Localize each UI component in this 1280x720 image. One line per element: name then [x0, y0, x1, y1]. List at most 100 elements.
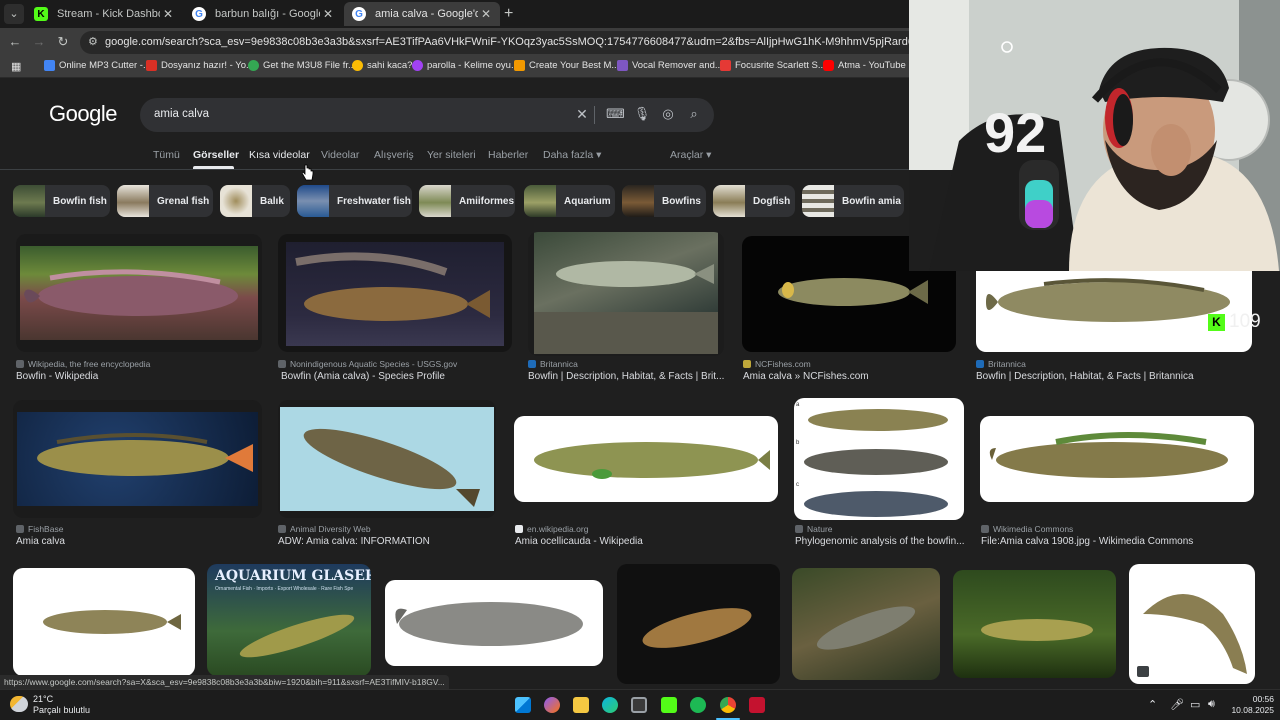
image-result[interactable]: a b c — [794, 398, 964, 520]
url-text[interactable]: google.com/search?sca_esv=9e9838c08b3e3a… — [105, 36, 1005, 48]
bookmark-item[interactable]: Online MP3 Cutter -... — [44, 60, 151, 71]
result-title[interactable]: Amia ocellicauda - Wikipedia — [515, 536, 779, 547]
result-source[interactable]: NCFishes.com — [743, 359, 811, 369]
tab-news[interactable]: Haberler — [488, 149, 528, 161]
image-result[interactable] — [278, 400, 496, 518]
image-result[interactable] — [13, 568, 195, 676]
chrome-icon[interactable] — [720, 697, 736, 713]
result-source[interactable]: Britannica — [528, 359, 578, 369]
result-title[interactable]: Bowfin - Wikipedia — [16, 371, 262, 382]
chip-dogfish[interactable]: Dogfish — [713, 185, 795, 217]
image-result[interactable] — [278, 234, 512, 352]
result-title[interactable]: Amia calva — [16, 536, 262, 547]
volume-icon[interactable]: 🔊︎ — [1208, 698, 1215, 711]
result-title[interactable]: File:Amia calva 1908.jpg - Wikimedia Com… — [981, 536, 1255, 547]
site-info-icon[interactable]: ⚙ — [88, 35, 98, 48]
tab-search-button[interactable]: ⌄ — [4, 4, 24, 24]
camera-lens-icon[interactable]: ◎ — [659, 106, 677, 122]
back-icon[interactable]: ← — [7, 34, 23, 50]
tab-places[interactable]: Yer siteleri — [427, 149, 476, 161]
result-source[interactable]: Nature — [795, 524, 833, 534]
image-result[interactable] — [953, 570, 1116, 678]
tab-barbun-search[interactable]: G barbun balığı - Google'da Ara ✕ — [184, 2, 342, 26]
chip-amiiformes[interactable]: Amiiformes — [419, 185, 515, 217]
image-result[interactable] — [617, 564, 780, 684]
system-clock[interactable]: 00:56 10.08.2025 — [1230, 694, 1274, 716]
tab-amia-search[interactable]: G amia calva - Google'da Ara ✕ — [344, 2, 500, 26]
image-result[interactable] — [1129, 564, 1255, 684]
network-icon[interactable]: ▭ — [1190, 698, 1200, 711]
search-box[interactable]: amia calva ✕ ⌨ 🎙 ◎ ⌕ — [140, 98, 714, 132]
apps-icon[interactable]: ▦ — [11, 60, 21, 73]
spotify-icon[interactable] — [690, 697, 706, 713]
chip-balik[interactable]: Balık — [220, 185, 290, 217]
close-tab-icon[interactable]: ✕ — [160, 7, 176, 21]
chip-bowfin-amia[interactable]: Bowfin amia — [802, 185, 904, 217]
result-title[interactable]: ADW: Amia calva: INFORMATION — [278, 536, 496, 547]
bookmark-item[interactable]: Atma - YouTube — [823, 60, 906, 71]
result-source[interactable]: Animal Diversity Web — [278, 524, 371, 534]
result-source[interactable]: Nonindigenous Aquatic Species - USGS.gov — [278, 359, 457, 369]
bookmark-item[interactable]: parolla - Kelime oyu... — [412, 60, 519, 71]
result-title[interactable]: Bowfin | Description, Habitat, & Facts |… — [528, 371, 724, 382]
result-source[interactable]: Wikimedia Commons — [981, 524, 1073, 534]
bookmark-item[interactable]: Create Your Best M... — [514, 60, 619, 71]
bookmark-item[interactable]: sahi kaca? — [352, 60, 412, 71]
tab-shopping[interactable]: Alışveriş — [374, 149, 414, 161]
result-source[interactable]: en.wikipedia.org — [515, 524, 588, 534]
tab-all[interactable]: Tümü — [153, 149, 180, 161]
image-result[interactable] — [792, 568, 940, 680]
new-tab-button[interactable]: + — [504, 5, 513, 23]
result-source[interactable]: Britannica — [976, 359, 1026, 369]
bookmark-item[interactable]: Vocal Remover and... — [617, 60, 723, 71]
tab-kick-dashboard[interactable]: K Stream - Kick Dashboard ✕ — [26, 2, 182, 26]
tab-short-videos[interactable]: Kısa videolar — [249, 149, 310, 161]
microphone-icon[interactable]: 🎙 — [633, 106, 651, 122]
result-source[interactable]: Wikipedia, the free encyclopedia — [16, 359, 150, 369]
edge-icon[interactable] — [602, 697, 618, 713]
reload-icon[interactable]: ↻ — [55, 34, 71, 50]
keyboard-icon[interactable]: ⌨ — [606, 106, 625, 122]
tab-images[interactable]: Görseller — [193, 149, 239, 161]
close-tab-icon[interactable]: ✕ — [320, 7, 336, 21]
show-hidden-icons[interactable]: ⌃ — [1148, 698, 1157, 711]
tab-videos[interactable]: Videolar — [321, 149, 359, 161]
result-title[interactable]: Phylogenomic analysis of the bowfin... — [795, 536, 965, 547]
chip-bowfin-fish[interactable]: Bowfin fish — [13, 185, 110, 217]
bookmark-item[interactable]: Dosyanız hazır! - Yo... — [146, 60, 254, 71]
result-title[interactable]: Bowfin | Description, Habitat, & Facts |… — [976, 371, 1252, 382]
chip-aquarium[interactable]: Aquarium — [524, 185, 615, 217]
image-result[interactable] — [13, 400, 262, 518]
bookmark-item[interactable]: Focusrite Scarlett S... — [720, 60, 826, 71]
search-icon[interactable]: ⌕ — [685, 106, 703, 122]
kick-app-icon[interactable] — [661, 697, 677, 713]
chip-freshwater-fish[interactable]: Freshwater fish — [297, 185, 412, 217]
result-title[interactable]: Amia calva » NCFishes.com — [743, 371, 957, 382]
result-title[interactable]: Bowfin (Amia calva) - Species Profile — [281, 371, 511, 382]
bookmark-item[interactable]: Get the M3U8 File fr... — [248, 60, 356, 71]
close-tab-icon[interactable]: ✕ — [478, 7, 494, 21]
clear-search-icon[interactable]: ✕ — [573, 106, 591, 123]
google-logo[interactable]: Google — [49, 101, 117, 127]
search-input[interactable]: amia calva — [154, 108, 209, 120]
forward-icon[interactable]: → — [31, 34, 47, 50]
tools-button[interactable]: Araçlar ▾ — [670, 149, 711, 161]
microphone-icon[interactable]: 🎤︎ — [1170, 698, 1184, 711]
chip-bowfins[interactable]: Bowfins — [622, 185, 706, 217]
windows-start-icon[interactable] — [515, 697, 531, 713]
image-result[interactable] — [980, 416, 1254, 502]
chip-grenal-fish[interactable]: Grenal fish — [117, 185, 213, 217]
media-player-icon[interactable] — [749, 697, 765, 713]
image-result[interactable] — [976, 266, 1252, 352]
result-thumbnail — [534, 232, 718, 354]
image-result[interactable] — [385, 580, 603, 666]
tab-more[interactable]: Daha fazla ▾ — [543, 149, 601, 161]
image-result[interactable]: AQUARIUM GLASER Ornamental Fish · Import… — [207, 564, 371, 676]
result-source[interactable]: FishBase — [16, 524, 63, 534]
image-result[interactable] — [528, 232, 724, 356]
file-explorer-icon[interactable] — [573, 697, 589, 713]
store-icon[interactable] — [631, 697, 647, 713]
copilot-icon[interactable] — [544, 697, 560, 713]
image-result[interactable] — [514, 416, 778, 502]
image-result[interactable] — [16, 234, 262, 352]
